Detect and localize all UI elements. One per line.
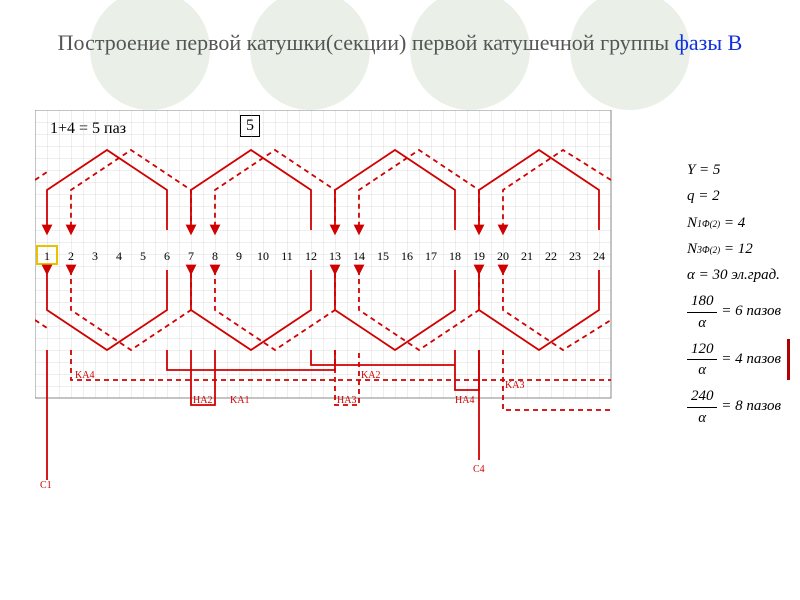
svg-text:HA2: HA2	[193, 395, 212, 406]
formula-120: 120α = 4 пазов	[687, 339, 790, 381]
svg-text:6: 6	[164, 249, 170, 263]
svg-text:13: 13	[329, 249, 341, 263]
svg-text:HA3: HA3	[337, 395, 356, 406]
svg-text:KA1: KA1	[230, 395, 249, 406]
svg-text:HA4: HA4	[455, 395, 474, 406]
formula-N3F: N3Φ(2) = 12	[687, 239, 790, 259]
svg-text:18: 18	[449, 249, 461, 263]
svg-text:12: 12	[305, 249, 317, 263]
formulas-panel: Y = 5 q = 2 N1Φ(2) = 4 N3Φ(2) = 12 α = 3…	[687, 160, 790, 434]
svg-text:16: 16	[401, 249, 413, 263]
formula-Y: Y = 5	[687, 160, 790, 180]
svg-text:3: 3	[92, 249, 98, 263]
svg-text:20: 20	[497, 249, 509, 263]
title-main: Построение первой катушки(секции) первой…	[58, 30, 675, 55]
svg-text:9: 9	[236, 249, 242, 263]
formula-q: q = 2	[687, 186, 790, 206]
svg-text:23: 23	[569, 249, 581, 263]
page-title: Построение первой катушки(секции) первой…	[0, 30, 800, 56]
svg-text:11: 11	[281, 249, 293, 263]
svg-text:C4: C4	[473, 464, 485, 475]
svg-text:KA2: KA2	[361, 370, 380, 381]
formula-180: 180α = 6 пазов	[687, 291, 790, 333]
svg-text:5: 5	[140, 249, 146, 263]
formula-240: 240α = 8 пазов	[687, 386, 790, 428]
svg-text:KA3: KA3	[505, 380, 524, 391]
svg-text:19: 19	[473, 249, 485, 263]
svg-text:10: 10	[257, 249, 269, 263]
svg-text:2: 2	[68, 249, 74, 263]
title-phase: фазы B	[675, 30, 743, 55]
svg-text:21: 21	[521, 249, 533, 263]
svg-text:7: 7	[188, 249, 194, 263]
svg-text:8: 8	[212, 249, 218, 263]
svg-text:C1: C1	[40, 480, 52, 490]
svg-text:22: 22	[545, 249, 557, 263]
svg-text:KA4: KA4	[75, 370, 94, 381]
svg-text:1: 1	[44, 249, 50, 263]
svg-text:24: 24	[593, 249, 605, 263]
svg-text:4: 4	[116, 249, 122, 263]
svg-text:14: 14	[353, 249, 365, 263]
svg-text:17: 17	[425, 249, 437, 263]
winding-diagram: 123 456 789 101112 131415 161718 192021 …	[35, 110, 615, 490]
formula-N1F: N1Φ(2) = 4	[687, 213, 790, 233]
formula-alpha: α = 30 эл.град.	[687, 265, 790, 285]
svg-text:15: 15	[377, 249, 389, 263]
